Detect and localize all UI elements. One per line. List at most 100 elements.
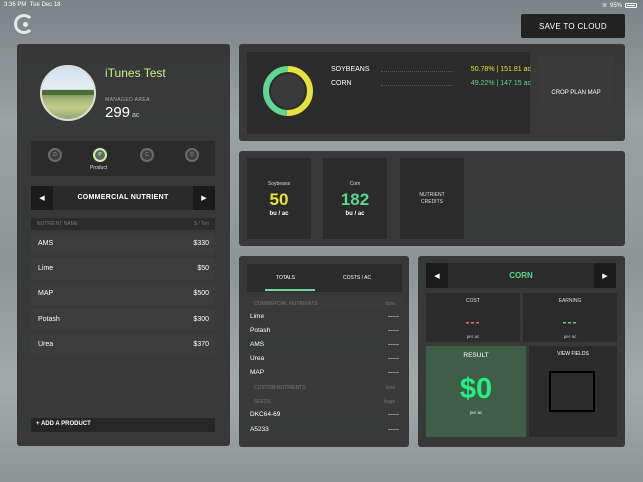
total-row: Potash ----- [247,324,402,337]
earning-per-ac: per ac [563,334,577,339]
battery-icon [625,3,637,8]
seeds-header: SEEDS bags [247,395,402,408]
nutrient-price: $330 [193,240,209,247]
step-3[interactable]: C [140,148,154,162]
yield-card-value: 182 [340,190,370,209]
total-name: Potash [250,327,271,334]
crop-share: 49.22% | 147.15 ac [470,80,531,87]
nutrient-row[interactable]: AMS $330 [31,233,215,255]
prev-crop-button[interactable]: ◀ [426,263,448,288]
nutrient-row[interactable]: Lime $50 [31,258,215,280]
nutrient-row[interactable]: Potash $300 [31,309,215,331]
step-2-label: Product [90,165,108,171]
nutrient-credits-card[interactable]: NUTRIENT CREDITS [400,158,464,239]
nutrient-price: $500 [193,290,209,297]
totals-panel: TOTALS COSTS / AC COMMERCIAL NUTRIENTS t… [239,256,409,447]
total-row: Lime ----- [247,310,402,323]
nutrient-credits-label: NUTRIENT CREDITS [419,192,445,205]
custom-nutrients-header: CUSTOM NUTRIENTS tons [247,381,402,394]
total-row: DKC64-69 ----- [247,408,402,421]
field-outline-icon [549,371,595,412]
yield-card-unit: bu / ac [345,211,365,217]
yield-card-corn[interactable]: Corn 182 bu / ac [323,158,387,239]
nutrient-name: MAP [38,290,54,297]
col-price: $ / Ton [194,221,209,227]
total-name: A5233 [250,426,269,433]
cost-value: --- [465,315,481,329]
active-tab-indicator [265,289,315,291]
total-value: ----- [388,327,399,334]
cost-label: COST [466,298,480,304]
field-photo [40,65,96,121]
next-category-button[interactable]: ▶ [193,186,215,210]
step-2[interactable]: P [93,148,107,162]
section-unit: tons [385,385,395,391]
nutrient-name: Potash [38,316,60,323]
total-name: Urea [250,355,265,362]
battery-percent: 95% [609,2,622,9]
nutrient-row[interactable]: Urea $370 [31,334,215,356]
crop-split-summary: SOYBEANS 50.78% | 151.81 ac CORN 49.22% … [247,52,531,134]
chevron-left-icon: ◀ [434,272,440,280]
crop-name: CORN [331,80,352,87]
wifi-icon: ≋ [601,3,607,9]
nutrient-name: Lime [38,265,54,272]
total-value: ----- [388,369,399,376]
tab-totals[interactable]: TOTALS [276,275,295,281]
chevron-right-icon: ▶ [201,195,207,202]
nutrient-table-header: NUTRIENT NAME $ / Ton [31,218,215,230]
section-unit: bags [384,399,395,405]
next-crop-button[interactable]: ▶ [594,263,616,288]
add-product-button[interactable]: + ADD A PRODUCT [31,418,215,432]
total-row: MAP ----- [247,366,402,379]
nutrient-price: $300 [193,316,209,323]
crop-plan-map-button[interactable]: CROP PLAN MAP [538,56,614,130]
prev-category-button[interactable]: ◀ [31,186,53,210]
totals-tabs: TOTALS COSTS / AC [247,264,402,292]
chevron-left-icon: ◀ [39,195,45,202]
yield-card-title: Corn [349,181,361,187]
total-value: ----- [388,355,399,362]
cost-per-ac: per ac [466,334,480,339]
total-row: Urea ----- [247,352,402,365]
nutrient-category-selector: ◀ COMMERCIAL NUTRIENT ▶ [31,186,215,210]
crop-split-donut [263,66,313,116]
total-value: ----- [388,313,399,320]
result-value: $0 [459,373,493,405]
tab-costs-per-acre[interactable]: COSTS / AC [343,275,371,281]
total-name: MAP [250,369,265,376]
section-title: COMMERCIAL NUTRIENTS [254,301,318,307]
selected-crop: CORN [509,271,533,280]
step-indicator: D P Product C D [31,141,215,176]
step-1[interactable]: D [48,148,62,162]
crop-share: 50.78% | 151.81 ac [470,66,531,73]
app-logo-icon[interactable] [14,14,34,34]
total-row: AMS ----- [247,338,402,351]
nutrient-row[interactable]: MAP $500 [31,283,215,305]
total-value: ----- [388,411,399,418]
managed-area-value: 299 ac [105,104,140,121]
commercial-nutrients-header: COMMERCIAL NUTRIENTS tons [247,297,402,310]
yield-card-soybeans[interactable]: Soybeans 50 bu / ac [247,158,311,239]
status-bar: 3:36 PM Tue Dec 18 ≋ 95% [0,0,643,12]
total-value: ----- [388,426,399,433]
category-title: COMMERCIAL NUTRIENT [77,194,169,201]
view-fields-button[interactable]: VIEW FIELDS [529,346,617,437]
earning-label: EARNING [558,298,582,304]
view-fields-label: VIEW FIELDS [557,351,589,357]
chevron-right-icon: ▶ [602,272,608,280]
field-panel: iTunes Test MANAGED AREA 299 ac D P Produ… [17,44,230,446]
result-per-ac: per ac [469,410,483,415]
status-date: Tue Dec 18 [29,2,61,8]
crop-split-panel: SOYBEANS 50.78% | 151.81 ac CORN 49.22% … [239,44,625,141]
total-name: AMS [250,341,265,348]
status-time: 3:36 PM Tue Dec 18 [4,2,61,8]
crop-detail-panel: CORN ◀ ▶ COST --- per ac EARNING --- per… [418,256,625,447]
field-name: iTunes Test [105,66,166,80]
step-4[interactable]: D [185,148,199,162]
crop-selector: CORN ◀ ▶ [426,263,616,288]
save-to-cloud-button[interactable]: SAVE TO CLOUD [521,14,625,38]
nutrient-name: Urea [38,341,54,348]
yield-card-title: Soybeans [267,181,291,187]
section-title: SEEDS [254,399,271,405]
